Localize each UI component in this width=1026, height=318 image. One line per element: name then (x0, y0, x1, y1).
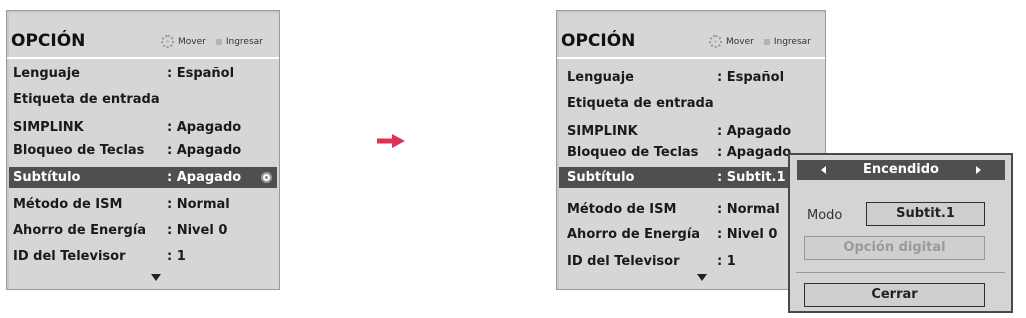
hint-enter-label: Ingresar (225, 36, 263, 47)
right-arrow-icon (377, 134, 405, 148)
item-label: Etiqueta de entrada (13, 92, 160, 107)
menu-item-energy-saving[interactable]: Ahorro de Energía : Nivel 0 (567, 224, 822, 245)
item-value: : Apagado (717, 145, 792, 160)
item-value: : Apagado (167, 120, 242, 135)
item-label: Lenguaje (567, 70, 634, 85)
menu-title: OPCIÓN (11, 31, 86, 51)
left-triangle-icon[interactable] (821, 166, 826, 174)
menu-hints: Mover Ingresar (161, 35, 263, 48)
item-value: : Español (717, 70, 785, 85)
right-triangle-icon[interactable] (976, 166, 981, 174)
item-value: : Normal (717, 202, 780, 217)
menu-item-subtitle-selected[interactable]: Subtítulo : Apagado (9, 167, 277, 188)
item-label: Ahorro de Energía (567, 227, 701, 242)
menu-item-ism-method[interactable]: Método de ISM : Normal (567, 199, 822, 220)
item-value: : Nivel 0 (167, 223, 228, 238)
menu-item-input-label[interactable]: Etiqueta de entrada (13, 89, 275, 110)
subtitle-popup: Encendido Modo Subtit.1 Opción digital C… (788, 153, 1013, 313)
hint-move-label: Mover (726, 36, 754, 47)
menu-item-key-lock[interactable]: Bloqueo de Teclas : Apagado (13, 140, 275, 161)
enter-icon (763, 38, 770, 45)
item-label: Bloqueo de Teclas (13, 143, 145, 158)
title-divider (7, 57, 279, 59)
item-label: Método de ISM (13, 197, 123, 212)
item-value: : 1 (717, 254, 736, 269)
title-divider (557, 57, 825, 59)
item-label: ID del Televisor (13, 249, 126, 264)
select-indicator-icon (261, 172, 272, 183)
menu-item-language[interactable]: Lenguaje : Español (13, 63, 275, 84)
option-menu-before: OPCIÓN Mover Ingresar Lenguaje : Español… (6, 10, 280, 290)
subtitle-toggle[interactable]: Encendido (797, 160, 1005, 180)
item-label: Bloqueo de Teclas (567, 145, 699, 160)
item-label: Etiqueta de entrada (567, 96, 714, 111)
item-label: Ahorro de Energía (13, 223, 147, 238)
menu-item-simplink[interactable]: SIMPLINK : Apagado (567, 121, 822, 142)
menu-title: OPCIÓN (561, 31, 636, 51)
menu-item-simplink[interactable]: SIMPLINK : Apagado (13, 117, 275, 138)
close-button[interactable]: Cerrar (804, 283, 985, 307)
mode-label: Modo (807, 208, 843, 223)
menu-item-language[interactable]: Lenguaje : Español (567, 67, 822, 88)
item-value: : Normal (167, 197, 230, 212)
menu-item-tv-id[interactable]: ID del Televisor : 1 (567, 251, 822, 272)
menu-hints: Mover Ingresar (709, 35, 811, 48)
item-value: : Nivel 0 (717, 227, 778, 242)
item-label: SIMPLINK (13, 120, 84, 135)
item-label: Método de ISM (567, 202, 677, 217)
enter-icon (215, 38, 222, 45)
item-label: ID del Televisor (567, 254, 680, 269)
item-label: Subtítulo (13, 170, 81, 185)
item-value: : Español (167, 66, 235, 81)
menu-item-subtitle-selected[interactable]: Subtítulo : Subtit.1 (559, 167, 791, 188)
item-value: : Apagado (167, 143, 242, 158)
mode-select[interactable]: Subtit.1 (866, 202, 985, 226)
item-label: Lenguaje (13, 66, 80, 81)
popup-divider (796, 272, 1005, 273)
scroll-down-icon[interactable] (697, 274, 707, 281)
item-value: : Apagado (717, 124, 792, 139)
menu-item-ism-method[interactable]: Método de ISM : Normal (13, 194, 275, 215)
option-menu-after: OPCIÓN Mover Ingresar Lenguaje : Español… (556, 10, 826, 290)
item-label: SIMPLINK (567, 124, 638, 139)
item-label: Subtítulo (567, 170, 635, 185)
item-value: : Apagado (167, 170, 242, 185)
move-icon (161, 35, 174, 48)
hint-move-label: Mover (178, 36, 206, 47)
menu-item-tv-id[interactable]: ID del Televisor : 1 (13, 246, 275, 267)
menu-item-key-lock[interactable]: Bloqueo de Teclas : Apagado (567, 142, 822, 163)
move-icon (709, 35, 722, 48)
scroll-down-icon[interactable] (151, 274, 161, 281)
menu-item-input-label[interactable]: Etiqueta de entrada (567, 93, 822, 114)
item-value: : 1 (167, 249, 186, 264)
item-value: : Subtit.1 (717, 170, 786, 185)
digital-option-button[interactable]: Opción digital (804, 236, 985, 260)
hint-enter-label: Ingresar (773, 36, 811, 47)
menu-item-energy-saving[interactable]: Ahorro de Energía : Nivel 0 (13, 220, 275, 241)
toggle-value: Encendido (863, 162, 939, 177)
